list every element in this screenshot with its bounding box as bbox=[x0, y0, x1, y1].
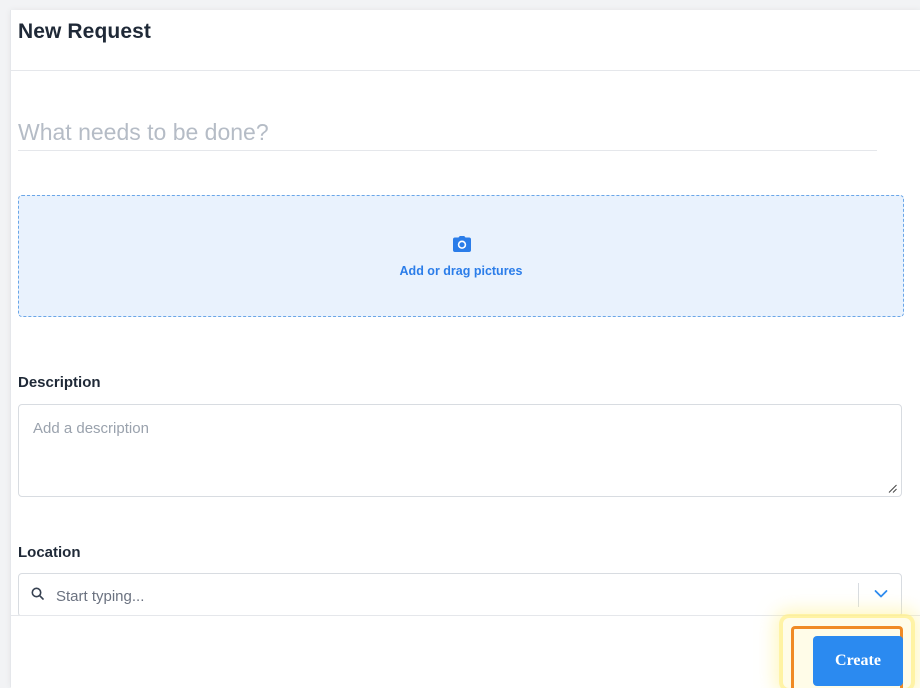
description-field[interactable] bbox=[18, 404, 902, 497]
dropzone-label: Add or drag pictures bbox=[399, 264, 523, 278]
new-request-panel: New Request Add or drag pictures Descrip… bbox=[10, 10, 920, 688]
header: New Request bbox=[11, 10, 920, 71]
footer: Create bbox=[11, 615, 920, 688]
location-input[interactable] bbox=[54, 574, 848, 618]
location-label: Location bbox=[18, 544, 81, 561]
page-title: New Request bbox=[18, 20, 151, 43]
resize-handle-icon[interactable] bbox=[888, 484, 897, 493]
camera-icon bbox=[453, 236, 471, 252]
create-button[interactable]: Create bbox=[813, 636, 903, 686]
location-select[interactable] bbox=[18, 573, 902, 618]
dropdown-divider bbox=[858, 583, 859, 607]
picture-dropzone[interactable]: Add or drag pictures bbox=[18, 195, 904, 317]
chevron-down-icon[interactable] bbox=[874, 589, 888, 599]
search-icon bbox=[31, 587, 44, 600]
description-label: Description bbox=[18, 374, 101, 391]
request-title-input[interactable] bbox=[18, 114, 877, 151]
